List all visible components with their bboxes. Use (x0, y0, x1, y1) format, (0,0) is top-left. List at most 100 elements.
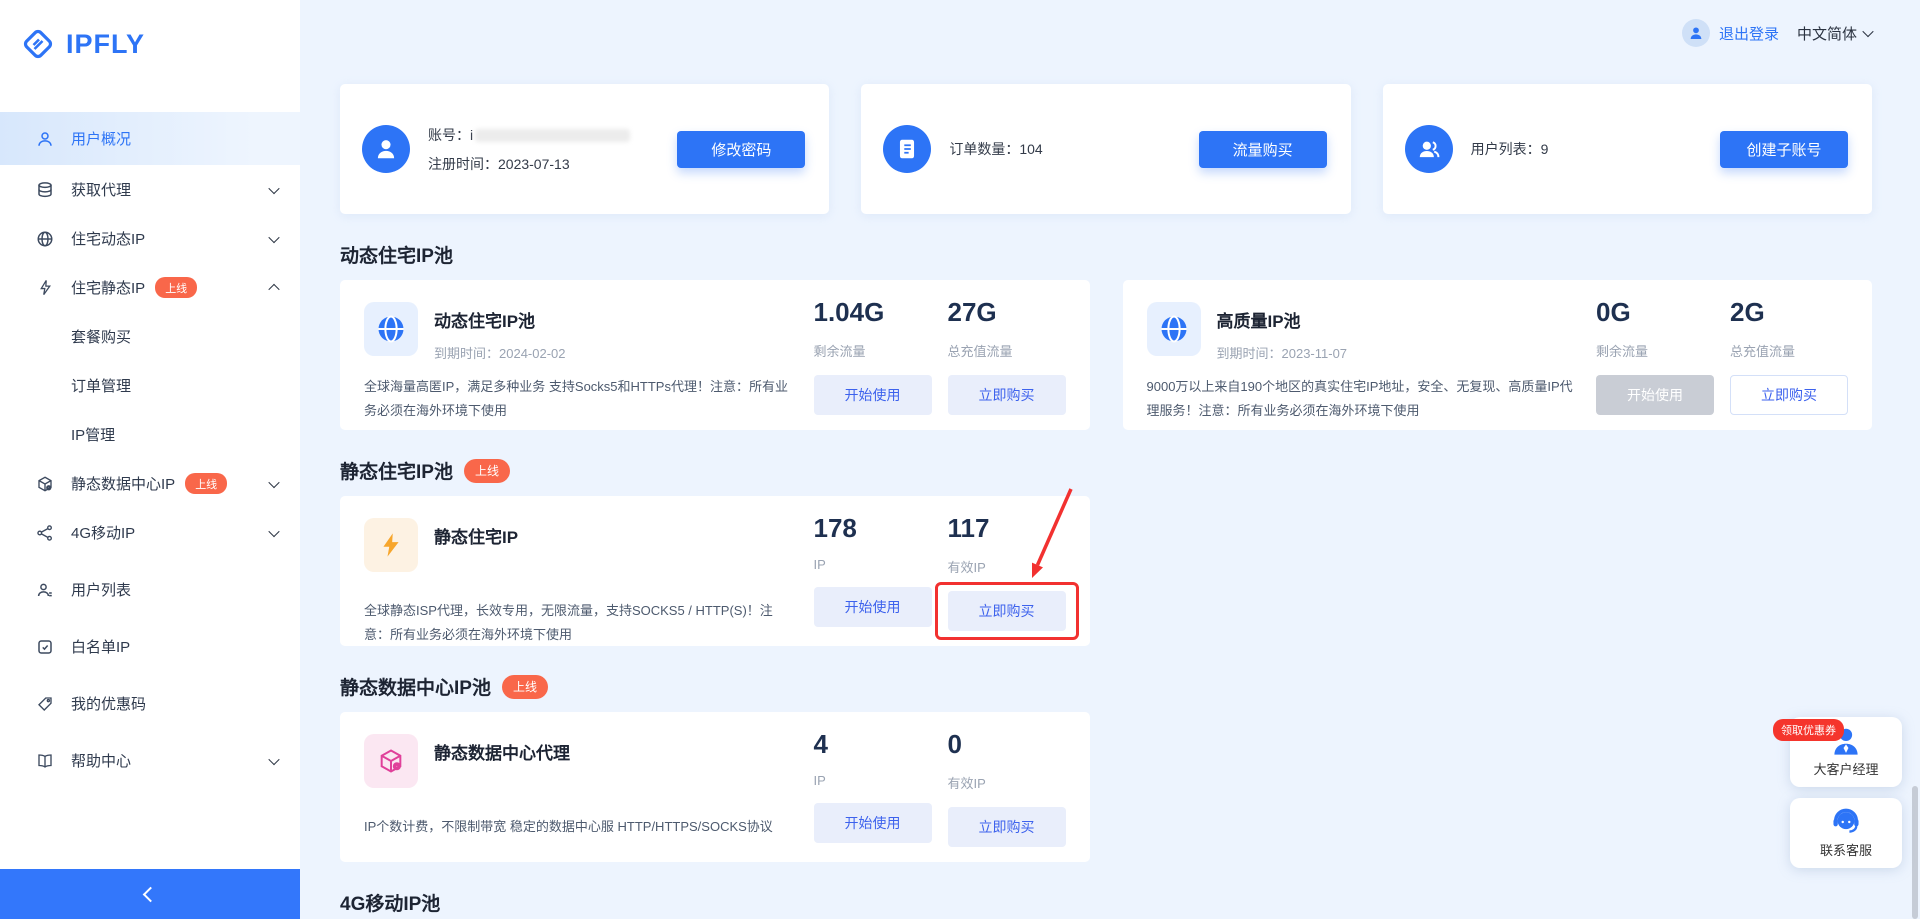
start-using-button[interactable]: 开始使用 (814, 375, 932, 415)
floating-widgets: 领取优惠券 大客户经理 联系客服 (1790, 717, 1902, 868)
sidebar-item-label: IP管理 (71, 424, 115, 445)
chevron-down-icon (270, 480, 278, 488)
buy-now-button[interactable]: 立即购买 (948, 375, 1066, 415)
stat-ip: 178 IP 开始使用 (814, 496, 932, 646)
stat-value: 2G (1730, 297, 1848, 328)
stat-ip: 4 IP 开始使用 (814, 712, 932, 862)
contact-support-button[interactable]: 联系客服 (1790, 798, 1902, 868)
sidebar-item-help-center[interactable]: 帮助中心 (0, 736, 300, 785)
start-using-button[interactable]: 开始使用 (814, 587, 932, 627)
language-selector[interactable]: 中文简体 (1797, 23, 1872, 44)
online-badge: 上线 (155, 277, 197, 298)
online-badge: 上线 (185, 473, 227, 494)
sidebar-item-label: 获取代理 (71, 179, 131, 200)
sidebar-collapse-button[interactable] (0, 869, 300, 919)
sidebar-item-ip-management[interactable]: IP管理 (0, 410, 300, 459)
sidebar-item-label: 白名单IP (71, 636, 130, 657)
annotation-highlight: 立即购买 (948, 591, 1066, 631)
orders-card: 订单数量：104 流量购买 (861, 84, 1350, 214)
sidebar-item-4g-mobile-ip[interactable]: 4G移动IP (0, 508, 300, 557)
stat-value: 4 (814, 729, 932, 760)
sidebar-item-label: 住宅动态IP (71, 228, 145, 249)
users-label: 用户列表： (1471, 141, 1541, 157)
scrollbar-thumb[interactable] (1912, 786, 1918, 919)
sidebar-item-static-datacenter-ip[interactable]: 静态数据中心IP 上线 (0, 459, 300, 508)
stat-value: 0G (1596, 297, 1714, 328)
static-datacenter-pool-card: 静态数据中心代理 IP个数计费，不限制带宽 稳定的数据中心服 HTTP/HTTP… (340, 712, 1090, 862)
globe-icon (1147, 302, 1201, 356)
whitelist-icon (35, 637, 55, 657)
buy-now-button[interactable]: 立即购买 (948, 807, 1066, 847)
sidebar-item-residential-dynamic-ip[interactable]: 住宅动态IP (0, 214, 300, 263)
chevron-down-icon (270, 757, 278, 765)
stat-value: 27G (948, 297, 1066, 328)
headset-support-icon (1829, 807, 1863, 837)
user-icon (35, 129, 55, 149)
brand-logo[interactable]: IPFLY (0, 0, 300, 62)
support-label: 联系客服 (1820, 840, 1872, 859)
sidebar-item-residential-static-ip[interactable]: 住宅静态IP 上线 (0, 263, 300, 312)
pool-expiry: 到期时间：2023-11-07 (1217, 343, 1348, 362)
chevron-left-icon (142, 886, 158, 902)
start-using-button-disabled[interactable]: 开始使用 (1596, 375, 1714, 415)
sidebar-item-user-list[interactable]: 用户列表 (0, 565, 300, 614)
sidebar-item-label: 静态数据中心IP (71, 473, 175, 494)
sidebar-item-label: 套餐购买 (71, 326, 131, 347)
create-subaccount-button[interactable]: 创建子账号 (1720, 131, 1848, 168)
sidebar-item-order-management[interactable]: 订单管理 (0, 361, 300, 410)
online-badge: 上线 (502, 675, 548, 699)
users-line: 用户列表：9 (1471, 139, 1720, 159)
stat-total-traffic: 2G 总充值流量 立即购买 (1730, 280, 1848, 430)
stat-valid-ip: 117 有效IP 立即购买 (948, 496, 1066, 646)
register-time-label: 注册时间： (428, 156, 498, 172)
start-using-button[interactable]: 开始使用 (814, 803, 932, 843)
static-residential-pool-card: 静态住宅IP 全球静态ISP代理，长效专用，无限流量，支持SOCKS5 / HT… (340, 496, 1090, 646)
stat-label: 总充值流量 (1730, 341, 1848, 360)
buy-traffic-button[interactable]: 流量购买 (1199, 131, 1327, 168)
pool-info: 静态住宅IP 全球静态ISP代理，长效专用，无限流量，支持SOCKS5 / HT… (340, 496, 814, 646)
chevron-up-icon (270, 284, 278, 292)
stat-label: IP (814, 557, 932, 572)
section-dynamic-residential-title: 动态住宅IP池 (340, 241, 1872, 268)
stat-label: IP (814, 773, 932, 788)
sidebar-item-whitelist-ip[interactable]: 白名单IP (0, 622, 300, 671)
cube-icon (35, 474, 55, 494)
sidebar-item-label: 用户列表 (71, 579, 131, 600)
globe-icon (35, 229, 55, 249)
coupon-icon (35, 694, 55, 714)
sidebar-item-user-overview[interactable]: 用户概况 (0, 112, 300, 165)
dynamic-residential-pool-card: 动态住宅IP池 到期时间：2024-02-02 全球海量高匿IP，满足多种业务 … (340, 280, 1090, 430)
sidebar-item-package-purchase[interactable]: 套餐购买 (0, 312, 300, 361)
stat-remaining-traffic: 1.04G 剩余流量 开始使用 (814, 280, 932, 430)
logout-link[interactable]: 退出登录 (1719, 23, 1779, 44)
stat-label: 总充值流量 (948, 341, 1066, 360)
pool-title: 静态住宅IP (434, 518, 518, 548)
account-line: 账号：i (428, 125, 677, 145)
stat-value: 1.04G (814, 297, 932, 328)
database-icon (35, 180, 55, 200)
coupon-badge[interactable]: 领取优惠券 (1773, 719, 1844, 741)
change-password-button[interactable]: 修改密码 (677, 131, 805, 168)
redacted-account-value (475, 129, 630, 142)
pool-info: 高质量IP池 到期时间：2023-11-07 9000万以上来自190个地区的真… (1123, 280, 1597, 430)
account-info: 账号：i 注册时间：2023-07-13 (428, 125, 677, 174)
sidebar-item-get-proxy[interactable]: 获取代理 (0, 165, 300, 214)
buy-now-button[interactable]: 立即购买 (1730, 375, 1848, 415)
register-time-line: 注册时间：2023-07-13 (428, 154, 677, 174)
pool-info: 动态住宅IP池 到期时间：2024-02-02 全球海量高匿IP，满足多种业务 … (340, 280, 814, 430)
buy-now-button-highlighted[interactable]: 立即购买 (948, 591, 1066, 631)
key-account-manager-button[interactable]: 领取优惠券 大客户经理 (1790, 717, 1902, 787)
pool-title: 高质量IP池 (1217, 302, 1348, 332)
summary-row: 账号：i 注册时间：2023-07-13 修改密码 订单数量：104 流量购买 (340, 84, 1872, 214)
sidebar-item-my-coupon[interactable]: 我的优惠码 (0, 679, 300, 728)
chevron-down-icon (270, 186, 278, 194)
lightning-icon (35, 278, 55, 298)
section-title-text: 静态住宅IP池 (340, 457, 453, 484)
stat-label: 剩余流量 (1596, 341, 1714, 360)
avatar[interactable] (1682, 19, 1710, 47)
account-value: i (470, 127, 473, 143)
account-card: 账号：i 注册时间：2023-07-13 修改密码 (340, 84, 829, 214)
orders-value: 104 (1019, 141, 1042, 157)
globe-icon (364, 302, 418, 356)
account-label: 账号： (428, 127, 470, 143)
